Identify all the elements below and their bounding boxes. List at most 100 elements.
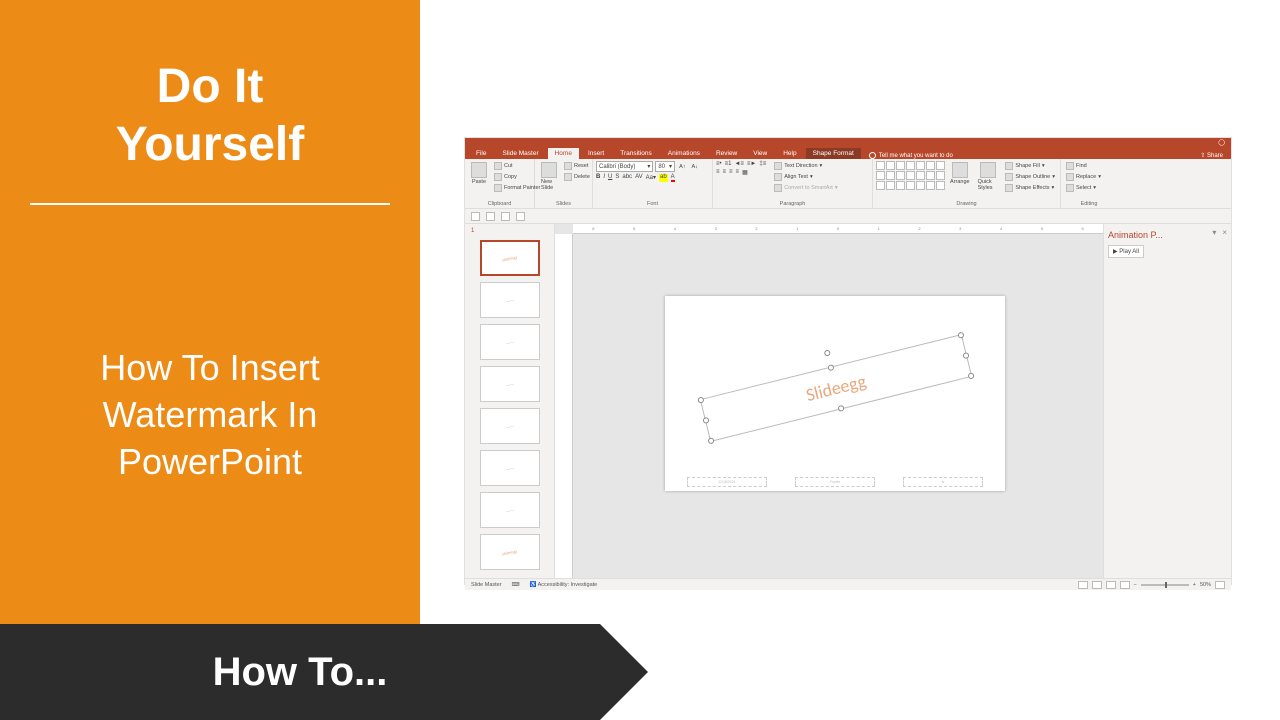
tab-view[interactable]: View — [746, 148, 774, 159]
shape-item[interactable] — [906, 181, 915, 190]
shape-item[interactable] — [916, 161, 925, 170]
replace-button[interactable]: Replace ▾ — [1064, 172, 1103, 182]
reading-view-button[interactable] — [1106, 581, 1116, 589]
shape-item[interactable] — [876, 181, 885, 190]
normal-view-button[interactable] — [1078, 581, 1088, 589]
tab-slide-master[interactable]: Slide Master — [495, 148, 545, 159]
numbering-button[interactable]: ≡1 — [725, 161, 732, 167]
shape-item[interactable] — [926, 171, 935, 180]
slide-canvas[interactable]: Slideegg 11/18/2021 Footer # — [665, 296, 1005, 491]
arrange-button[interactable]: Arrange — [947, 161, 973, 186]
resize-handle[interactable] — [697, 396, 704, 403]
align-center-button[interactable]: ≡ — [723, 169, 727, 176]
footer-placeholder[interactable]: Footer — [795, 477, 875, 487]
resize-handle[interactable] — [702, 417, 709, 424]
resize-handle[interactable] — [962, 352, 969, 359]
font-size-combo[interactable]: 80▾ — [655, 161, 675, 172]
thumbnail-layout[interactable]: —— — [480, 282, 540, 318]
font-name-combo[interactable]: Calibri (Body)▾ — [596, 161, 653, 172]
tab-help[interactable]: Help — [776, 148, 803, 159]
new-slide-button[interactable]: New Slide — [538, 161, 560, 192]
shape-item[interactable] — [916, 171, 925, 180]
shape-item[interactable] — [926, 181, 935, 190]
thumbnail-layout[interactable]: —— — [480, 450, 540, 486]
shape-effects-button[interactable]: Shape Effects ▾ — [1003, 183, 1057, 193]
strike-button[interactable]: S — [615, 174, 619, 182]
watermark-textbox[interactable]: Slideegg — [700, 334, 973, 442]
thumbnail-layout[interactable]: —— — [480, 366, 540, 402]
paste-button[interactable]: Paste — [468, 161, 490, 186]
shape-item[interactable] — [896, 171, 905, 180]
case-button[interactable]: Aa▾ — [646, 174, 656, 182]
date-placeholder[interactable]: 11/18/2021 — [687, 477, 767, 487]
tab-animations[interactable]: Animations — [661, 148, 707, 159]
align-left-button[interactable]: ≡ — [716, 169, 720, 176]
expand-pane-button[interactable]: ▾ — [1212, 228, 1216, 237]
zoom-thumb[interactable] — [1165, 582, 1167, 588]
shape-item[interactable] — [916, 181, 925, 190]
zoom-out-button[interactable]: − — [1134, 582, 1137, 588]
start-from-beginning-button[interactable] — [516, 212, 525, 221]
shape-fill-button[interactable]: Shape Fill ▾ — [1003, 161, 1057, 171]
tab-shape-format[interactable]: Shape Format — [806, 148, 861, 159]
bold-button[interactable]: B — [596, 174, 600, 182]
slideshow-button[interactable] — [1120, 581, 1130, 589]
shape-item[interactable] — [926, 161, 935, 170]
undo-button[interactable] — [486, 212, 495, 221]
thumbnail-layout[interactable]: —— — [480, 492, 540, 528]
shape-item[interactable] — [896, 161, 905, 170]
tab-review[interactable]: Review — [709, 148, 744, 159]
shapes-gallery[interactable] — [876, 161, 945, 190]
shape-item[interactable] — [886, 161, 895, 170]
delete-slide-button[interactable]: Delete — [562, 172, 592, 182]
zoom-slider[interactable] — [1141, 584, 1189, 586]
shape-item[interactable] — [886, 171, 895, 180]
shape-item[interactable] — [906, 171, 915, 180]
spacing-button[interactable]: AV — [635, 174, 643, 182]
shadow-button[interactable]: abc — [622, 174, 632, 182]
align-text-button[interactable]: Align Text ▾ — [772, 172, 839, 182]
fit-window-button[interactable] — [1215, 581, 1225, 589]
align-right-button[interactable]: ≡ — [729, 169, 733, 176]
highlight-button[interactable]: ab — [659, 174, 668, 182]
decrease-font-button[interactable]: A↓ — [689, 161, 699, 172]
number-placeholder[interactable]: # — [903, 477, 983, 487]
resize-handle[interactable] — [707, 437, 714, 444]
shape-item[interactable] — [936, 161, 945, 170]
underline-button[interactable]: U — [608, 174, 612, 182]
shape-item[interactable] — [936, 181, 945, 190]
shape-item[interactable] — [936, 171, 945, 180]
shape-item[interactable] — [896, 181, 905, 190]
select-button[interactable]: Select ▾ — [1064, 183, 1103, 193]
resize-handle[interactable] — [827, 364, 834, 371]
font-color-button[interactable]: A — [671, 174, 675, 182]
share-button[interactable]: ⇧ Share — [1192, 152, 1231, 159]
italic-button[interactable]: I — [603, 174, 605, 182]
rotate-handle[interactable] — [824, 349, 831, 356]
thumbnail-layout[interactable]: slideegg — [480, 534, 540, 570]
line-spacing-button[interactable]: ‡≡ — [759, 161, 766, 167]
sorter-view-button[interactable] — [1092, 581, 1102, 589]
accessibility-status[interactable]: ♿ Accessibility: Investigate — [530, 582, 598, 588]
tab-transitions[interactable]: Transitions — [613, 148, 659, 159]
shape-item[interactable] — [876, 161, 885, 170]
shape-item[interactable] — [906, 161, 915, 170]
zoom-in-button[interactable]: + — [1193, 582, 1196, 588]
quick-styles-button[interactable]: Quick Styles — [975, 161, 1002, 192]
zoom-level[interactable]: 50% — [1200, 582, 1211, 588]
close-pane-button[interactable]: × — [1222, 228, 1227, 237]
resize-handle[interactable] — [957, 332, 964, 339]
justify-button[interactable]: ≡ — [736, 169, 740, 176]
indent-inc-button[interactable]: ≡► — [747, 161, 756, 167]
bullets-button[interactable]: ≡• — [716, 161, 722, 167]
indent-dec-button[interactable]: ◄≡ — [734, 161, 743, 167]
resize-handle[interactable] — [837, 405, 844, 412]
text-direction-button[interactable]: Text Direction ▾ — [772, 161, 839, 171]
thumbnail-layout[interactable]: —— — [480, 324, 540, 360]
increase-font-button[interactable]: A↑ — [677, 161, 687, 172]
save-button[interactable] — [471, 212, 480, 221]
tell-me-search[interactable]: Tell me what you want to do — [863, 152, 1190, 159]
thumbnail-layout[interactable]: —— — [480, 408, 540, 444]
play-all-button[interactable]: ▶ Play All — [1108, 245, 1144, 258]
tab-file[interactable]: File — [469, 148, 493, 159]
